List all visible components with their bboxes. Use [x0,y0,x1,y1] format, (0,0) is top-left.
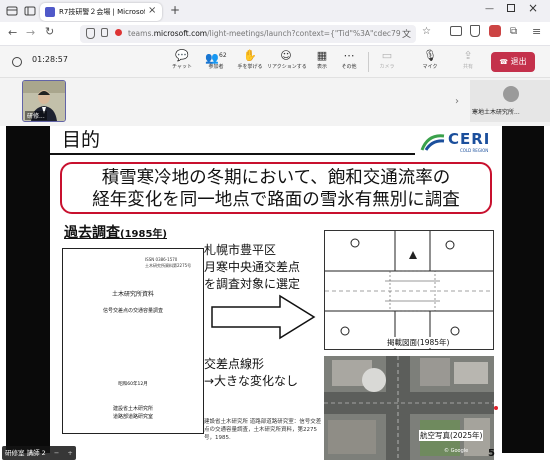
ceri-logo: CERI COLD REGION [420,130,500,156]
citation: 建設省土木研究所 道路部道路研究室：信号交差点の交通容量調査，土木研究所資料，第… [204,419,322,441]
pocket-icon[interactable] [470,25,480,37]
camera-button[interactable]: ▭ カメラ [370,48,404,76]
browser-tab-bar: R7技研警２会場 | Microsoft × + — × [0,0,550,22]
mic-off-icon: 🎙 [423,49,437,62]
chat-icon: 💬 [175,49,189,62]
navigation-bar: ← → ↻ teams.microsoft.com/light-meetings… [0,22,550,46]
forward-icon[interactable]: → [26,26,35,39]
participant-video-tile[interactable]: 研修... [22,80,66,122]
slide-title: 目的 [62,129,101,151]
chat-button[interactable]: 💬 チャット [165,48,199,76]
section-heading: 過去調査(1985年) [64,225,167,241]
drawing-caption: 掲載図面(1985年) [387,337,450,348]
ceri-logo-text: CERI [448,130,491,148]
letterbox-right [502,126,544,453]
close-tab-icon[interactable]: × [148,5,156,17]
close-window-icon[interactable]: × [528,1,538,15]
meeting-toolbar: 01:28:57 💬 チャット 👥62 参加者 ✋ 手を挙げる ☺ リアクション… [0,46,550,78]
site-line-3: を調査対象に選定 [204,277,301,291]
report-issn: ISSN 0386-1570 [145,257,178,262]
intersection-plan [325,231,493,349]
more-button[interactable]: ⋯ その他 [332,48,366,76]
extension-icon[interactable] [489,25,501,37]
report-org-1: 建設省土木研究所 [112,406,153,412]
leave-button[interactable]: ☎ 退出 [491,52,535,72]
minimize-window-icon[interactable]: — [485,4,494,14]
report-number: 土木研究所資料第2275号 [145,263,192,268]
camera-off-icon: ▭ [381,49,393,62]
share-button[interactable]: ⇪ 共有 [451,48,485,76]
site-line-1: 札幌市豊平区 [204,243,277,257]
meeting-info-icon[interactable] [12,57,22,67]
back-icon[interactable]: ← [8,26,17,39]
reaction-icon: ☺ [280,49,292,62]
phone-hangup-icon: ☎ [499,58,509,66]
presenter-label[interactable]: 研修室 講師 2 − + [2,446,76,460]
headline-line-1: 積雪寒冷地の冬期において、飽和交通流率の [101,168,451,188]
google-attribution: © Google [444,448,469,454]
new-tab-button[interactable]: + [170,3,180,17]
title-rule [50,153,415,155]
active-tab[interactable]: R7技研警２会場 | Microsoft × [40,3,162,21]
report-cover-image: ISSN 0386-1570 土木研究所資料第2275号 土木研究所資料 信号交… [62,248,204,434]
aerial-photo: 航空写真(2025年) © Google [324,356,494,460]
intersection-drawing: 掲載図面(1985年) [324,230,494,350]
report-series: 土木研究所資料 [111,291,154,298]
bookmark-icon[interactable]: ☆ [422,26,431,37]
alignment-line-1: 交差点線形 [204,357,265,371]
headline-line-2: 経年変化を同一地点で路面の雪氷有無別に調査 [92,190,460,210]
alignment-note: 交差点線形 →大きな変化なし [204,356,298,390]
screenshot-icon[interactable] [450,26,462,36]
mic-button[interactable]: 🎙 マイク [413,48,447,76]
strip-next-icon[interactable]: › [455,96,459,107]
extensions-icon[interactable]: ⧉ [510,26,517,37]
report-title: 信号交差点の交通容量調査 [102,308,163,314]
letterbox-left [6,126,50,453]
tab-title: R7技研警２会場 | Microsoft [59,8,145,16]
sidebar-icon[interactable] [24,5,36,17]
site-line-2: 月寒中央通交差点 [204,260,301,274]
meeting-timer: 01:28:57 [32,55,68,64]
react-button[interactable]: ☺ リアクションする [267,48,307,76]
shared-slide: 目的 CERI COLD REGION 積雪寒冷地の冬期において、飽和交通流率の… [50,126,502,465]
hand-icon: ✋ [243,49,257,62]
people-icon: 👥62 [205,51,227,65]
camera-permission-icon[interactable] [115,29,122,36]
raise-hand-button[interactable]: ✋ 手を挙げる [233,48,267,76]
report-org-2: 道路部道路研究室 [112,414,153,420]
right-arrow-icon [211,294,316,340]
site-description: 札幌市豊平区 月寒中央通交差点 を調査対象に選定 [204,242,300,293]
ceri-logo-mark [420,134,445,151]
photo-caption: 航空写真(2025年) [419,430,484,441]
menu-icon[interactable]: ≡ [532,25,541,38]
teams-favicon-icon [45,7,55,17]
tab-list-icon[interactable] [6,5,18,17]
participant-count: 62 [219,52,227,59]
slide-page-number: 5 [488,448,495,459]
reload-icon[interactable]: ↻ [45,25,54,38]
translate-icon[interactable]: 文 [402,27,411,40]
avatar [503,86,519,102]
lock-icon[interactable] [101,28,108,37]
alignment-line-2: →大きな変化なし [204,374,299,388]
minus-icon[interactable]: − [54,449,59,457]
plus-icon[interactable]: + [67,449,72,457]
participant-name: 研修... [25,111,47,120]
participant-strip: 研修... › 寒地土木研究所... [0,78,550,126]
share-icon: ⇪ [463,49,473,62]
laser-pointer [494,406,498,410]
headline-box: 積雪寒冷地の冬期において、飽和交通流率の 経年変化を同一地点で路面の雪氷有無別に… [60,162,492,214]
participant-name: 寒地土木研究所... [472,109,520,116]
shield-icon[interactable] [86,28,95,39]
more-icon: ⋯ [343,49,355,62]
toolbar-divider [368,52,369,72]
participants-button[interactable]: 👥62 参加者 [199,48,233,76]
maximize-window-icon[interactable] [507,4,515,12]
report-date: 昭和60年12月 [118,382,148,387]
url-text: teams.microsoft.com/light-meetings/launc… [128,29,401,38]
participant-avatar-tile[interactable]: 寒地土木研究所... [470,80,550,122]
aerial-photo-image [324,356,494,460]
ceri-logo-subtext: COLD REGION [460,148,489,153]
address-bar[interactable]: teams.microsoft.com/light-meetings/launc… [80,25,416,43]
